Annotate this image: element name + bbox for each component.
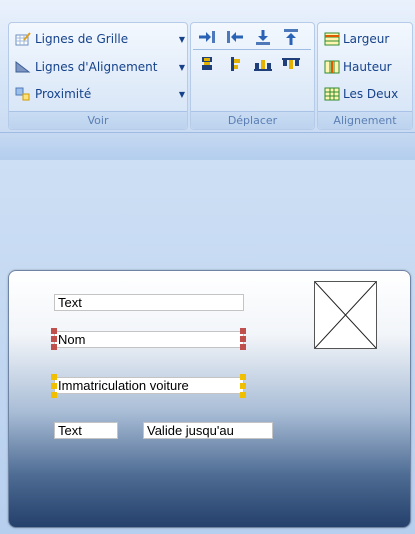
chevron-down-icon: ▼ <box>178 34 185 44</box>
proximity-label: Proximité <box>35 87 92 101</box>
image-placeholder[interactable] <box>314 281 377 349</box>
align-right-edges-button[interactable] <box>223 53 247 75</box>
selection-handle[interactable] <box>240 392 246 398</box>
selection-handle[interactable] <box>51 328 57 334</box>
image-placeholder-icon <box>314 281 377 349</box>
selection-handle[interactable] <box>240 328 246 334</box>
form-window[interactable]: Text Nom Immatriculation voiture Text Va… <box>8 270 411 528</box>
valide-field[interactable]: Valide jusqu'au <box>143 422 273 439</box>
selection-handle[interactable] <box>51 383 57 389</box>
align-bottom-button[interactable] <box>251 53 275 75</box>
selection-handle[interactable] <box>240 336 246 342</box>
alignment-lines-icon <box>15 60 31 74</box>
alignment-lines-button[interactable]: Lignes d'Alignement ▼ <box>15 56 185 78</box>
selection-handle[interactable] <box>240 344 246 350</box>
move-down-icon <box>256 30 270 45</box>
ruler-band <box>0 132 415 161</box>
text-field-1[interactable]: Text <box>54 294 244 311</box>
align-top-icon <box>282 58 300 69</box>
selection-handle[interactable] <box>51 392 57 398</box>
group-alignement-label: Alignement <box>318 111 412 129</box>
align-bottom-icon <box>254 60 272 71</box>
move-right-icon <box>199 31 215 43</box>
same-size-button[interactable]: Les Deux <box>324 83 398 105</box>
divider <box>193 49 311 50</box>
move-right-button[interactable] <box>195 26 219 48</box>
same-width-button[interactable]: Largeur <box>324 28 389 50</box>
selection-handle[interactable] <box>240 374 246 380</box>
align-left-edges-icon <box>202 57 212 70</box>
group-voir: Lignes de Grille ▼ Lignes d'Alignement ▼… <box>8 22 188 130</box>
same-height-icon <box>324 60 340 74</box>
group-voir-label: Voir <box>9 111 187 129</box>
selection-handle[interactable] <box>51 336 57 342</box>
same-width-icon <box>324 32 340 46</box>
align-right-edges-icon <box>231 57 240 71</box>
same-width-label: Largeur <box>343 32 390 46</box>
selection-handle[interactable] <box>51 344 57 350</box>
alignment-lines-label: Lignes d'Alignement <box>35 60 158 74</box>
same-size-label: Les Deux <box>343 87 399 101</box>
selection-handle[interactable] <box>240 383 246 389</box>
group-deplacer-label: Déplacer <box>191 111 314 129</box>
nom-field[interactable]: Nom <box>54 331 244 348</box>
group-alignement: Largeur Hauteur Les Deux Alignement <box>317 22 413 130</box>
align-left-edges-button[interactable] <box>195 53 219 75</box>
selection-handle[interactable] <box>51 374 57 380</box>
proximity-icon <box>15 87 31 101</box>
chevron-down-icon: ▼ <box>178 89 185 99</box>
same-height-label: Hauteur <box>343 60 392 74</box>
same-size-icon <box>324 87 340 101</box>
grid-lines-button[interactable]: Lignes de Grille ▼ <box>15 28 185 50</box>
move-left-icon <box>227 31 243 43</box>
proximity-button[interactable]: Proximité ▼ <box>15 83 185 105</box>
ribbon: Lignes de Grille ▼ Lignes d'Alignement ▼… <box>0 0 415 132</box>
immatriculation-field[interactable]: Immatriculation voiture <box>54 377 244 394</box>
align-top-button[interactable] <box>279 53 303 75</box>
move-up-button[interactable] <box>279 26 303 48</box>
chevron-down-icon: ▼ <box>178 62 185 72</box>
group-deplacer: Déplacer <box>190 22 315 130</box>
grid-lines-label: Lignes de Grille <box>35 32 129 46</box>
move-up-icon <box>284 29 298 45</box>
move-down-button[interactable] <box>251 26 275 48</box>
same-height-button[interactable]: Hauteur <box>324 56 392 78</box>
move-left-button[interactable] <box>223 26 247 48</box>
grid-lines-icon <box>15 32 31 46</box>
text-field-2[interactable]: Text <box>54 422 118 439</box>
